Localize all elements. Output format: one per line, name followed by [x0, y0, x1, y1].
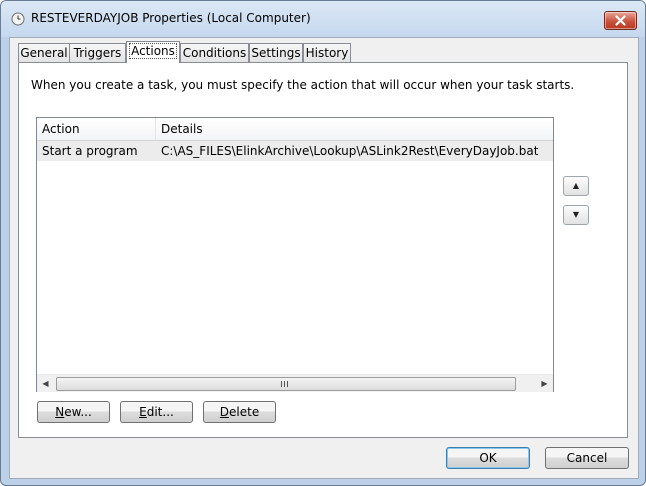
scrollbar-thumb[interactable] — [56, 377, 516, 391]
tab-label: Triggers — [73, 46, 122, 60]
close-button[interactable] — [604, 11, 637, 30]
access-key: E — [139, 405, 147, 419]
move-up-button[interactable]: ▲ — [563, 176, 589, 196]
move-down-button[interactable]: ▼ — [563, 205, 589, 225]
tab-history[interactable]: History — [303, 43, 351, 62]
tab-general[interactable]: General — [18, 43, 70, 62]
horizontal-scrollbar[interactable]: ◀ ▶ — [37, 374, 553, 392]
tab-label: Actions — [129, 43, 177, 59]
actions-intro-text: When you create a task, you must specify… — [31, 78, 575, 92]
access-key: D — [219, 405, 230, 419]
edit-button[interactable]: Edit... — [120, 401, 193, 423]
tab-triggers[interactable]: Triggers — [69, 43, 126, 62]
button-label: elete — [229, 405, 260, 419]
cell-action: Start a program — [42, 144, 138, 158]
scroll-left-icon[interactable]: ◀ — [37, 375, 54, 392]
scroll-right-icon[interactable]: ▶ — [536, 375, 553, 392]
tab-label: Settings — [251, 46, 301, 60]
tab-conditions[interactable]: Conditions — [180, 43, 249, 62]
list-header: Action Details — [37, 118, 553, 141]
button-label: ew... — [64, 405, 92, 419]
new-button[interactable]: New... — [37, 401, 110, 423]
window-title: RESTEVERDAYJOB Properties (Local Compute… — [31, 11, 311, 25]
access-key: N — [55, 405, 65, 419]
task-scheduler-clock-icon — [11, 12, 25, 26]
table-row[interactable]: Start a program C:\AS_FILES\ElinkArchive… — [37, 141, 553, 161]
tab-label: General — [20, 46, 68, 60]
ok-button[interactable]: OK — [446, 447, 530, 469]
triangle-up-icon: ▲ — [572, 181, 580, 190]
actions-list[interactable]: Action Details Start a program C:\AS_FIL… — [36, 117, 554, 392]
tab-label: Conditions — [182, 46, 247, 60]
cancel-button[interactable]: Cancel — [545, 447, 629, 469]
delete-button[interactable]: Delete — [203, 401, 276, 423]
dialog-client-area: General Triggers Actions Conditions Sett… — [9, 37, 639, 479]
title-bar[interactable]: RESTEVERDAYJOB Properties (Local Compute… — [1, 1, 645, 37]
tab-settings[interactable]: Settings — [249, 43, 303, 62]
column-header-details[interactable]: Details — [156, 118, 553, 140]
triangle-down-icon: ▼ — [572, 210, 580, 219]
cell-details: C:\AS_FILES\ElinkArchive\Lookup\ASLink2R… — [161, 144, 539, 158]
grip-icon — [281, 381, 290, 387]
properties-dialog: RESTEVERDAYJOB Properties (Local Compute… — [0, 0, 646, 486]
column-header-action[interactable]: Action — [37, 118, 156, 140]
button-label: dit... — [146, 405, 174, 419]
tab-actions[interactable]: Actions — [126, 41, 180, 63]
close-icon — [615, 15, 626, 26]
tab-label: History — [305, 46, 349, 60]
